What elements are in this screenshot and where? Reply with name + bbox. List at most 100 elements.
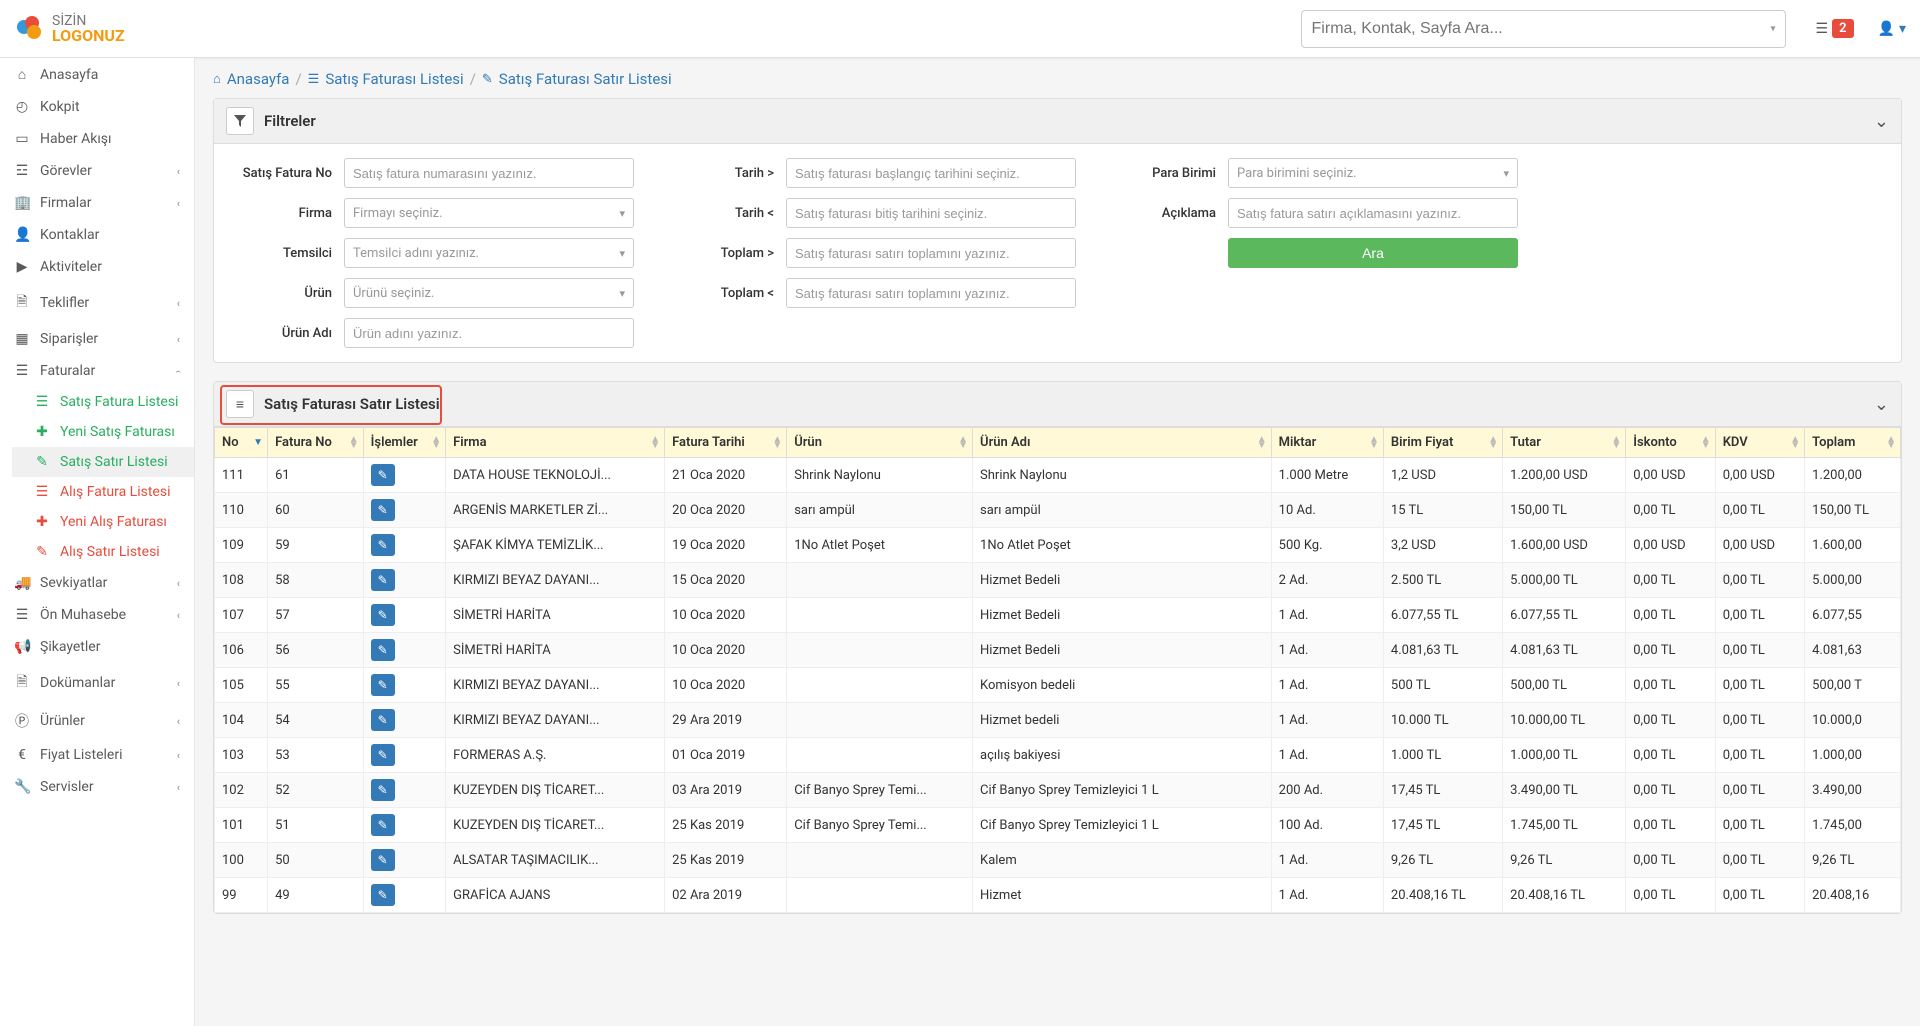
currency-select[interactable]: Para birimini seçiniz. bbox=[1228, 158, 1518, 188]
edit-button[interactable]: ✎ bbox=[371, 709, 395, 731]
chevron-icon: ‹ bbox=[177, 715, 180, 728]
product-select[interactable]: Ürünü seçiniz. bbox=[344, 278, 634, 308]
table-row[interactable]: 10252✎KUZEYDEN DIŞ TİCARET...03 Ara 2019… bbox=[215, 773, 1901, 808]
sort-icon: ▲▼ bbox=[1790, 437, 1800, 449]
sidebar-item-firmalar[interactable]: 🏢Firmalar‹ bbox=[0, 187, 194, 219]
sidebar-item-faturalar[interactable]: ☰Faturalar‹ bbox=[0, 355, 194, 387]
table-row[interactable]: 11161✎DATA HOUSE TEKNOLOJİ...21 Oca 2020… bbox=[215, 458, 1901, 493]
table-cell: 5.000,00 TL bbox=[1503, 563, 1626, 598]
sidebar-item-ürünler[interactable]: ⓅÜrünler‹ bbox=[0, 703, 194, 739]
column-header-i̇skonto[interactable]: İskonto▲▼ bbox=[1626, 428, 1715, 458]
table-cell: 20.408,16 TL bbox=[1383, 878, 1502, 913]
column-header-ürün-adı[interactable]: Ürün Adı▲▼ bbox=[973, 428, 1272, 458]
table-cell: Kalem bbox=[973, 843, 1272, 878]
edit-button[interactable]: ✎ bbox=[371, 849, 395, 871]
sidebar-item-siparişler[interactable]: ▦Siparişler‹ bbox=[0, 323, 194, 355]
edit-button[interactable]: ✎ bbox=[371, 464, 395, 486]
column-header-firma[interactable]: Firma▲▼ bbox=[446, 428, 665, 458]
sidebar-item-teklifler[interactable]: 🗎Teklifler‹ bbox=[0, 283, 194, 323]
table-row[interactable]: 10151✎KUZEYDEN DIŞ TİCARET...25 Kas 2019… bbox=[215, 808, 1901, 843]
column-header-birim-fiyat[interactable]: Birim Fiyat▲▼ bbox=[1383, 428, 1502, 458]
column-header-ürün[interactable]: Ürün▲▼ bbox=[787, 428, 973, 458]
sidebar-item-dokümanlar[interactable]: 🗎Dokümanlar‹ bbox=[0, 663, 194, 703]
table-row[interactable]: 10555✎KIRMIZI BEYAZ DAYANI...10 Oca 2020… bbox=[215, 668, 1901, 703]
sidebar-sub-satış-fatura-listesi[interactable]: ☰Satış Fatura Listesi bbox=[12, 387, 194, 417]
total-lt-input[interactable] bbox=[786, 278, 1076, 308]
edit-button[interactable]: ✎ bbox=[371, 744, 395, 766]
table-row[interactable]: 10050✎ALSATAR TAŞIMACILIK...25 Kas 2019K… bbox=[215, 843, 1901, 878]
total-gt-input[interactable] bbox=[786, 238, 1076, 268]
sidebar-item-kokpit[interactable]: ◴Kokpit bbox=[0, 91, 194, 123]
sidebar-sub-yeni-alış-faturası[interactable]: ✚Yeni Alış Faturası bbox=[12, 507, 194, 537]
search-button[interactable]: Ara bbox=[1228, 238, 1518, 268]
sidebar-item-ön-muhasebe[interactable]: ☰Ön Muhasebe‹ bbox=[0, 599, 194, 631]
table-cell: 17,45 TL bbox=[1383, 808, 1502, 843]
table-row[interactable]: 9949✎GRAFİCA AJANS02 Ara 2019Hizmet1 Ad.… bbox=[215, 878, 1901, 913]
list-panel-header[interactable]: ≡ Satış Faturası Satır Listesi ⌄ bbox=[214, 382, 1901, 427]
sidebar-item-görevler[interactable]: ☲Görevler‹ bbox=[0, 155, 194, 187]
edit-button[interactable]: ✎ bbox=[371, 604, 395, 626]
breadcrumb-home[interactable]: Anasayfa bbox=[227, 70, 290, 88]
sidebar-item-sevkiyatlar[interactable]: 🚚Sevkiyatlar‹ bbox=[0, 567, 194, 599]
edit-button[interactable]: ✎ bbox=[371, 534, 395, 556]
table-cell: 61 bbox=[268, 458, 364, 493]
chevron-down-icon[interactable]: ▾ bbox=[1771, 23, 1776, 34]
date-from-input[interactable] bbox=[786, 158, 1076, 188]
breadcrumb-level1[interactable]: Satış Faturası Listesi bbox=[325, 70, 463, 88]
column-header-miktar[interactable]: Miktar▲▼ bbox=[1271, 428, 1383, 458]
logo-line2: LOGONUZ bbox=[52, 28, 125, 44]
sidebar-item-aktiviteler[interactable]: ▶Aktiviteler bbox=[0, 251, 194, 283]
sidebar-sub-satış-satır-listesi[interactable]: ✎Satış Satır Listesi bbox=[12, 447, 194, 477]
column-header-fatura-no[interactable]: Fatura No▲▼ bbox=[268, 428, 364, 458]
chevron-down-icon[interactable]: ⌄ bbox=[1874, 111, 1889, 132]
filters-panel-header[interactable]: Filtreler ⌄ bbox=[214, 99, 1901, 144]
sidebar-item-haber-akışı[interactable]: ▭Haber Akışı bbox=[0, 123, 194, 155]
column-header-fatura-tarihi[interactable]: Fatura Tarihi▲▼ bbox=[665, 428, 787, 458]
user-menu[interactable]: 👤 ▾ bbox=[1878, 21, 1906, 37]
rep-select[interactable]: Temsilci adını yazınız. bbox=[344, 238, 634, 268]
edit-button[interactable]: ✎ bbox=[371, 814, 395, 836]
column-header-toplam[interactable]: Toplam▲▼ bbox=[1805, 428, 1901, 458]
edit-button[interactable]: ✎ bbox=[371, 569, 395, 591]
company-select[interactable]: Firmayı seçiniz. bbox=[344, 198, 634, 228]
table-row[interactable]: 10656✎SİMETRİ HARİTA10 Oca 2020Hizmet Be… bbox=[215, 633, 1901, 668]
global-search-input[interactable] bbox=[1301, 10, 1786, 48]
table-row[interactable]: 10959✎ŞAFAK KİMYA TEMİZLİK...19 Oca 2020… bbox=[215, 528, 1901, 563]
edit-button[interactable]: ✎ bbox=[371, 639, 395, 661]
date-to-input[interactable] bbox=[786, 198, 1076, 228]
description-input[interactable] bbox=[1228, 198, 1518, 228]
table-row[interactable]: 10858✎KIRMIZI BEYAZ DAYANI...15 Oca 2020… bbox=[215, 563, 1901, 598]
product-icon: Ⓟ bbox=[14, 711, 30, 731]
table-row[interactable]: 10757✎SİMETRİ HARİTA10 Oca 2020Hizmet Be… bbox=[215, 598, 1901, 633]
table-row[interactable]: 10454✎KIRMIZI BEYAZ DAYANI...29 Ara 2019… bbox=[215, 703, 1901, 738]
notifications[interactable]: ☰ 2 bbox=[1816, 19, 1854, 38]
sidebar-item-label: Satış Fatura Listesi bbox=[60, 394, 178, 410]
menu-icon[interactable]: ≡ bbox=[226, 390, 254, 418]
table-cell bbox=[787, 668, 973, 703]
table-row[interactable]: 11060✎ARGENİS MARKETLER Zİ...20 Oca 2020… bbox=[215, 493, 1901, 528]
sidebar-sub-yeni-satış-faturası[interactable]: ✚Yeni Satış Faturası bbox=[12, 417, 194, 447]
table-cell: açılış bakiyesi bbox=[973, 738, 1272, 773]
column-header-tutar[interactable]: Tutar▲▼ bbox=[1503, 428, 1626, 458]
product-name-input[interactable] bbox=[344, 318, 634, 348]
sidebar-sub-alış-fatura-listesi[interactable]: ☰Alış Fatura Listesi bbox=[12, 477, 194, 507]
column-header-kdv[interactable]: KDV▲▼ bbox=[1715, 428, 1804, 458]
logo[interactable]: SİZİN LOGONUZ bbox=[14, 13, 125, 45]
table-cell: SİMETRİ HARİTA bbox=[446, 633, 665, 668]
sidebar-sub-alış-satır-listesi[interactable]: ✎Alış Satır Listesi bbox=[12, 537, 194, 567]
edit-button[interactable]: ✎ bbox=[371, 674, 395, 696]
sidebar-item-kontaklar[interactable]: 👤Kontaklar bbox=[0, 219, 194, 251]
edit-button[interactable]: ✎ bbox=[371, 779, 395, 801]
column-header-i̇şlemler[interactable]: İşlemler▲▼ bbox=[363, 428, 445, 458]
sidebar-item-anasayfa[interactable]: ⌂Anasayfa bbox=[0, 58, 194, 91]
invoice-no-input[interactable] bbox=[344, 158, 634, 188]
label-company: Firma bbox=[232, 206, 332, 221]
column-header-no[interactable]: No▼ bbox=[215, 428, 268, 458]
sidebar-item-servisler[interactable]: 🔧Servisler‹ bbox=[0, 771, 194, 803]
chevron-down-icon[interactable]: ⌄ bbox=[1874, 394, 1889, 415]
edit-button[interactable]: ✎ bbox=[371, 499, 395, 521]
edit-button[interactable]: ✎ bbox=[371, 884, 395, 906]
sidebar-item-fiyat-listeleri[interactable]: €Fiyat Listeleri‹ bbox=[0, 739, 194, 771]
sidebar-item-şikayetler[interactable]: 📢Şikayetler bbox=[0, 631, 194, 663]
table-row[interactable]: 10353✎FORMERAS A.Ş.01 Oca 2019açılış bak… bbox=[215, 738, 1901, 773]
